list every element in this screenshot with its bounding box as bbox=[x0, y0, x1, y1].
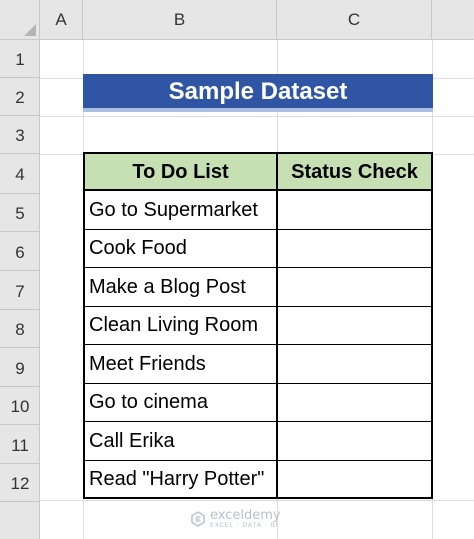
status-cell[interactable] bbox=[278, 384, 431, 422]
todo-cell[interactable]: Meet Friends bbox=[85, 345, 278, 384]
row-header-bar: 1 2 3 4 5 6 7 8 9 10 11 12 bbox=[0, 40, 40, 539]
todo-cell[interactable]: Cook Food bbox=[85, 230, 278, 268]
watermark-name: exceldemy bbox=[210, 508, 281, 523]
status-cell[interactable] bbox=[278, 230, 431, 268]
row-header-1[interactable]: 1 bbox=[0, 40, 40, 78]
spreadsheet: A B C 1 2 3 4 5 6 7 8 9 10 11 12 Sample … bbox=[0, 0, 474, 539]
watermark: exceldemy EXCEL · DATA · BI bbox=[190, 507, 281, 531]
header-cell-todo[interactable]: To Do List bbox=[85, 154, 278, 191]
todo-cell[interactable]: Go to Supermarket bbox=[85, 191, 278, 230]
todo-cell[interactable]: Go to cinema bbox=[85, 384, 278, 422]
status-cell[interactable] bbox=[278, 422, 431, 461]
column-header-a[interactable]: A bbox=[40, 0, 83, 40]
row-header-2[interactable]: 2 bbox=[0, 78, 40, 116]
row-header-12[interactable]: 12 bbox=[0, 464, 40, 502]
row-header-3[interactable]: 3 bbox=[0, 116, 40, 154]
watermark-tagline: EXCEL · DATA · BI bbox=[210, 522, 279, 529]
column-header-c[interactable]: C bbox=[277, 0, 432, 40]
header-cell-status[interactable]: Status Check bbox=[278, 154, 431, 191]
status-cell[interactable] bbox=[278, 345, 431, 384]
status-cell[interactable] bbox=[278, 307, 431, 345]
row-header-6[interactable]: 6 bbox=[0, 232, 40, 271]
title-banner[interactable]: Sample Dataset bbox=[83, 74, 433, 112]
row-header-11[interactable]: 11 bbox=[0, 425, 40, 464]
todo-cell[interactable]: Call Erika bbox=[85, 422, 278, 461]
todo-cell[interactable]: Read "Harry Potter" bbox=[85, 461, 278, 497]
select-all-button[interactable] bbox=[0, 0, 40, 40]
todo-cell[interactable]: Make a Blog Post bbox=[85, 268, 278, 307]
gridline bbox=[40, 116, 474, 117]
row-header-9[interactable]: 9 bbox=[0, 348, 40, 387]
select-all-triangle-icon bbox=[24, 24, 36, 36]
todo-table: To Do List Status Check Go to Supermarke… bbox=[83, 152, 433, 499]
row-header-8[interactable]: 8 bbox=[0, 310, 40, 348]
column-header-bar: A B C bbox=[40, 0, 474, 40]
row-header-7[interactable]: 7 bbox=[0, 271, 40, 310]
exceldemy-logo-icon bbox=[191, 511, 205, 527]
watermark-text: exceldemy EXCEL · DATA · BI bbox=[210, 509, 281, 529]
gridline bbox=[40, 500, 474, 501]
column-header-b[interactable]: B bbox=[83, 0, 277, 40]
row-header-4[interactable]: 4 bbox=[0, 154, 40, 194]
status-cell[interactable] bbox=[278, 191, 431, 230]
row-header-5[interactable]: 5 bbox=[0, 194, 40, 232]
row-header-10[interactable]: 10 bbox=[0, 387, 40, 425]
todo-cell[interactable]: Clean Living Room bbox=[85, 307, 278, 345]
status-cell[interactable] bbox=[278, 461, 431, 497]
status-cell[interactable] bbox=[278, 268, 431, 307]
